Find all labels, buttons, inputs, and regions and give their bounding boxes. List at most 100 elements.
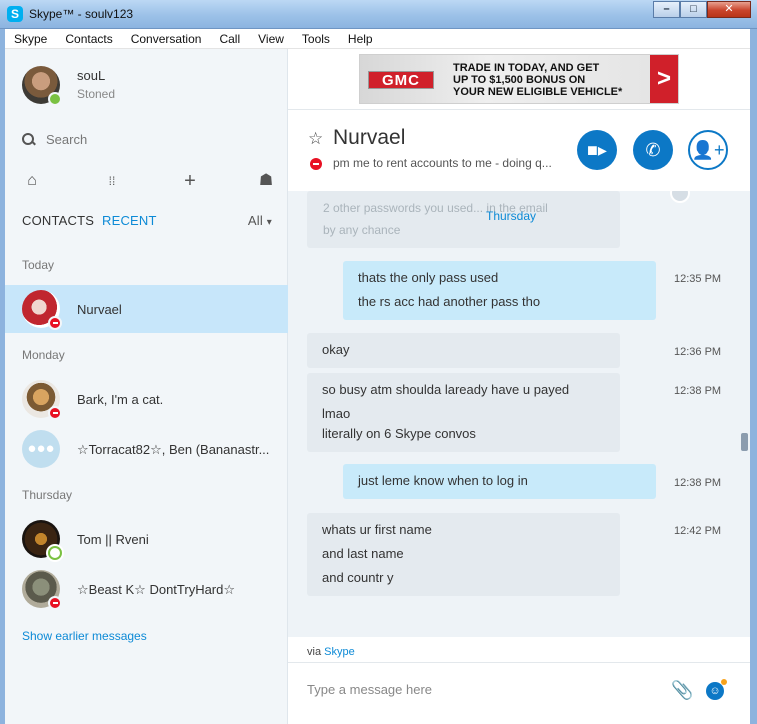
paperclip-icon[interactable]: 📎	[671, 680, 693, 701]
section-monday: Monday	[22, 348, 65, 362]
message-text: and last name	[322, 546, 404, 561]
menu-skype[interactable]: Skype	[5, 32, 56, 46]
dnd-status-icon	[310, 158, 322, 170]
add-people-button[interactable]: 👤+	[688, 130, 728, 170]
video-camera-icon: ■▸	[587, 140, 607, 160]
minimize-button[interactable]: –	[653, 1, 680, 18]
conversation-name: ☆Beast K☆ DontTryHard☆	[77, 582, 236, 597]
filter-dropdown[interactable]: All ▾	[248, 213, 272, 228]
message-bubble-faded: 2 other passwords you used... in the ema…	[307, 191, 620, 248]
maximize-button[interactable]: □	[680, 1, 707, 18]
message-timestamp: 12:35 PM	[674, 273, 722, 285]
tab-recent[interactable]: RECENT	[102, 213, 157, 228]
sidebar: souL Stoned ⌂ ⁞⁞ + ☗ CONTACTS RECENT All…	[5, 49, 288, 724]
message-timestamp: 12:42 PM	[674, 525, 722, 537]
message-bubble-incoming[interactable]: whats ur first name and last name and co…	[307, 513, 620, 596]
day-divider: Thursday	[486, 209, 537, 223]
menu-view[interactable]: View	[249, 32, 293, 46]
menu-call[interactable]: Call	[210, 32, 249, 46]
group-icon: ●●●	[27, 440, 55, 457]
video-call-button[interactable]: ■▸	[577, 130, 617, 170]
ad-line: UP TO $1,500 BONUS ON	[453, 74, 586, 86]
section-thursday: Thursday	[22, 488, 73, 502]
scrollbar-thumb[interactable]	[741, 433, 748, 451]
window-title: Skype™ - soulv123	[29, 7, 134, 21]
group-avatar: ●●●	[22, 430, 60, 468]
search-input[interactable]	[46, 132, 246, 147]
conversation-name: Nurvael	[77, 302, 122, 317]
menu-help[interactable]: Help	[339, 32, 382, 46]
search-bar[interactable]	[22, 132, 246, 147]
avatar[interactable]	[22, 66, 62, 106]
skype-logo-icon: S	[7, 6, 23, 22]
message-text: the rs acc had another pass tho	[358, 294, 541, 309]
conversation-item-bark[interactable]: Bark, I'm a cat.	[5, 375, 288, 423]
profile-name: souL	[77, 68, 106, 83]
message-text: okay	[322, 342, 350, 357]
contact-name[interactable]: Nurvael	[333, 126, 405, 150]
sidebar-toolbar: ⌂ ⁞⁞ + ☗	[22, 171, 273, 191]
close-button[interactable]: ✕	[707, 1, 751, 18]
add-person-icon: 👤+	[691, 140, 725, 160]
conversation-item-group[interactable]: ●●● ☆Torracat82☆, Ben (Bananastr...	[5, 425, 288, 473]
show-earlier-messages-link[interactable]: Show earlier messages	[22, 629, 147, 643]
message-timestamp: 12:38 PM	[674, 385, 722, 397]
via-skype-label: via Skype	[307, 646, 355, 658]
ad-arrow-icon[interactable]: >	[650, 55, 678, 103]
message-text: and countr y	[322, 570, 394, 585]
menu-conversation[interactable]: Conversation	[122, 32, 211, 46]
filter-label: All	[247, 213, 263, 228]
conversation-item-beast[interactable]: ☆Beast K☆ DontTryHard☆	[5, 565, 288, 613]
dialpad-icon[interactable]: ⁞⁞	[102, 171, 122, 191]
profile-mood: Stoned	[77, 87, 116, 101]
favorite-star-icon[interactable]: ☆	[308, 129, 323, 149]
conversation-item-tom[interactable]: Tom || Rveni	[5, 515, 288, 563]
message-timestamp: 12:36 PM	[674, 346, 722, 358]
message-text: just leme know when to log in	[358, 473, 528, 488]
menu-tools[interactable]: Tools	[293, 32, 339, 46]
online-status-icon	[48, 546, 62, 560]
chevron-down-icon: ▾	[266, 217, 272, 228]
user-profile[interactable]: souL Stoned	[22, 66, 115, 106]
message-text: so busy atm shoulda laready have u payed	[322, 382, 570, 397]
conversation-name: ☆Torracat82☆, Ben (Bananastr...	[77, 442, 270, 457]
message-list: 2 other passwords you used... in the ema…	[288, 191, 750, 637]
audio-call-button[interactable]: ✆	[633, 130, 673, 170]
avatar	[22, 520, 62, 560]
chat-panel: GMC TRADE IN TODAY, AND GET UP TO $1,500…	[288, 49, 750, 724]
chat-header: ☆ Nurvael pm me to rent accounts to me -…	[288, 109, 750, 191]
contact-tabs: CONTACTS RECENT All ▾	[22, 213, 272, 231]
globe-icon	[670, 191, 690, 203]
window-frame-right	[750, 29, 757, 724]
dnd-status-icon	[48, 596, 62, 610]
via-skype-link[interactable]: Skype	[324, 646, 355, 658]
menu-contacts[interactable]: Contacts	[56, 32, 121, 46]
tab-contacts[interactable]: CONTACTS	[22, 213, 94, 228]
message-text: literally on 6 Skype convos	[322, 426, 476, 441]
message-input[interactable]	[307, 682, 637, 697]
ad-text: TRADE IN TODAY, AND GET UP TO $1,500 BON…	[453, 62, 653, 98]
conversation-item-nurvael[interactable]: Nurvael	[5, 285, 288, 333]
message-bubble-outgoing[interactable]: thats the only pass used the rs acc had …	[343, 261, 656, 320]
bot-icon[interactable]: ☗	[256, 171, 276, 191]
dnd-status-icon	[48, 406, 62, 420]
home-icon[interactable]: ⌂	[22, 171, 42, 191]
conversation-name: Tom || Rveni	[77, 532, 149, 547]
avatar	[22, 380, 62, 420]
ad-line: YOUR NEW ELIGIBLE VEHICLE*	[453, 86, 623, 98]
dnd-status-icon	[48, 316, 62, 330]
message-bubble-incoming[interactable]: okay	[307, 333, 620, 368]
conversation-name: Bark, I'm a cat.	[77, 392, 164, 407]
title-bar: S Skype™ - soulv123 – □ ✕	[0, 0, 757, 29]
message-text: lmao	[322, 406, 351, 421]
window-controls: – □ ✕	[653, 1, 751, 18]
ad-line: TRADE IN TODAY, AND GET	[453, 62, 600, 74]
add-icon[interactable]: +	[180, 171, 200, 191]
emoticon-icon[interactable]: ☺	[706, 679, 727, 700]
contact-mood: pm me to rent accounts to me - doing q..…	[333, 156, 552, 170]
message-bubble-outgoing[interactable]: just leme know when to log in	[343, 464, 656, 499]
phone-icon: ✆	[645, 140, 661, 160]
message-bubble-incoming[interactable]: so busy atm shoulda laready have u payed…	[307, 373, 620, 452]
advertisement-banner[interactable]: GMC TRADE IN TODAY, AND GET UP TO $1,500…	[359, 54, 679, 104]
avatar	[22, 290, 62, 330]
